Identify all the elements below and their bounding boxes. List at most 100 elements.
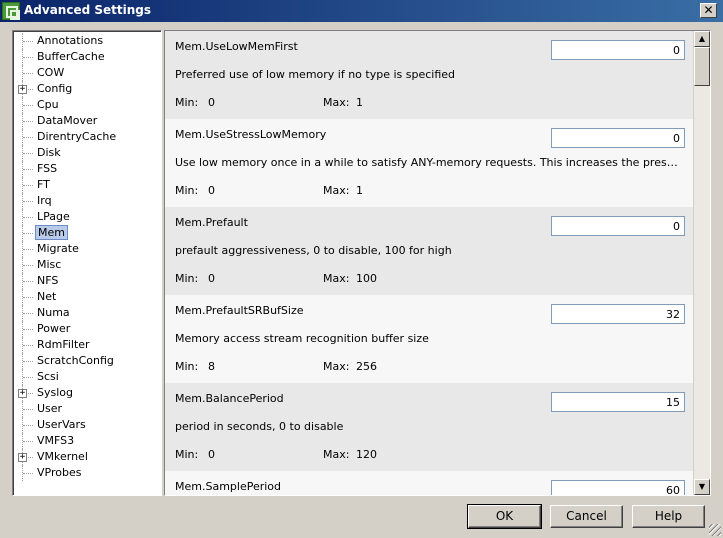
tree-item[interactable]: DataMover [13,113,161,129]
setting-description: Use low memory once in a while to satisf… [175,156,683,169]
tree-item[interactable]: Irq [13,193,161,209]
tree-item[interactable]: Disk [13,145,161,161]
tree-item[interactable]: COW [13,65,161,81]
tree-item[interactable]: User [13,401,161,417]
setting-value-input[interactable] [551,480,685,495]
tree-item[interactable]: LPage [13,209,161,225]
expand-icon[interactable]: + [18,85,27,94]
expand-icon[interactable]: + [18,453,27,462]
setting-value-input[interactable] [551,216,685,236]
tree-item-label: VMkernel [37,450,88,463]
scroll-thumb[interactable] [694,47,710,86]
tree-item[interactable]: ScratchConfig [13,353,161,369]
title-bar[interactable]: Advanced Settings ✕ [0,0,723,22]
tree-connector [23,201,33,202]
setting-value-input[interactable] [551,40,685,60]
setting-name: Mem.PrefaultSRBufSize [175,304,304,317]
settings-list: Mem.UseLowMemFirst Preferred use of low m… [165,31,693,495]
settings-panel: Mem.UseLowMemFirst Preferred use of low m… [164,30,711,496]
tree-connector [23,441,33,442]
setting-row: Mem.UseLowMemFirst Preferred use of low m… [165,31,693,119]
tree-connector [23,329,33,330]
tree-item[interactable]: + Syslog [13,385,161,401]
min-label: Min: [175,184,199,197]
setting-row: Mem.BalancePeriod period in seconds, 0 to… [165,383,693,471]
tree-item[interactable]: Scsi [13,369,161,385]
setting-name: Mem.SamplePeriod [175,480,282,493]
advanced-settings-window: Advanced Settings ✕ Annotations BufferCac… [0,0,723,538]
scroll-up-icon[interactable]: ▲ [694,31,710,47]
setting-description: Preferred use of low memory if no type i… [175,68,456,81]
tree-item-label: User [37,402,63,415]
tree-item[interactable]: RdmFilter [13,337,161,353]
vertical-scrollbar[interactable]: ▲ ▼ [694,31,710,495]
tree-item[interactable]: FT [13,177,161,193]
tree-item[interactable]: NFS [13,273,161,289]
tree-item-label: VMFS3 [37,434,75,447]
tree-item[interactable]: Mem [13,225,161,241]
tree-item[interactable]: Numa [13,305,161,321]
setting-description: Memory access stream recognition buffer … [175,332,429,345]
tree-item[interactable]: Migrate [13,241,161,257]
max-value: 100 [356,272,377,285]
expand-icon[interactable]: + [18,389,27,398]
tree-item-label: BufferCache [37,50,105,63]
category-tree[interactable]: Annotations BufferCache COW + Config Cpu DataM… [12,30,162,496]
tree-connector [23,57,33,58]
tree-item-label: Power [37,322,71,335]
tree-item-label: Disk [37,146,61,159]
tree-connector [23,361,33,362]
tree-item-label: FT [37,178,50,191]
tree-connector [23,297,33,298]
window-title: Advanced Settings [24,3,152,17]
setting-value-input[interactable] [551,304,685,324]
help-button[interactable]: Help [632,505,705,528]
tree-connector [23,185,33,186]
tree-connector [23,153,33,154]
close-button[interactable]: ✕ [700,3,717,18]
tree-item[interactable]: Annotations [13,33,161,49]
setting-description: period in seconds, 0 to disable [175,420,344,433]
max-label: Max: [323,360,350,373]
scroll-down-icon[interactable]: ▼ [694,479,710,495]
tree-item[interactable]: Power [13,321,161,337]
setting-value-input[interactable] [551,392,685,412]
max-label: Max: [323,184,350,197]
ok-button[interactable]: OK [467,504,542,529]
resize-grip-icon[interactable] [709,524,721,536]
max-label: Max: [323,272,350,285]
setting-name: Mem.BalancePeriod [175,392,284,405]
min-value: 0 [208,272,215,285]
tree-item-label: VProbes [37,466,82,479]
setting-description: prefault aggressiveness, 0 to disable, 1… [175,244,452,257]
tree-item[interactable]: DirentryCache [13,129,161,145]
tree-item-label: Scsi [37,370,59,383]
setting-name: Mem.Prefault [175,216,248,229]
min-value: 0 [208,448,215,461]
tree-item[interactable]: Misc [13,257,161,273]
tree-connector [23,409,33,410]
min-label: Min: [175,96,199,109]
tree-connector [23,137,33,138]
tree-item[interactable]: Cpu [13,97,161,113]
tree-connector [23,121,33,122]
tree-connector [23,217,33,218]
tree-connector [23,105,33,106]
tree-item[interactable]: Net [13,289,161,305]
tree-item[interactable]: VProbes [13,465,161,481]
tree-item[interactable]: + Config [13,81,161,97]
tree-item-label: DirentryCache [37,130,117,143]
tree-connector [23,345,33,346]
tree-item-label: Numa [37,306,70,319]
tree-item[interactable]: FSS [13,161,161,177]
min-label: Min: [175,272,199,285]
tree-item[interactable]: UserVars [13,417,161,433]
tree-item[interactable]: + VMkernel [13,449,161,465]
setting-value-input[interactable] [551,128,685,148]
setting-row: Mem.SamplePeriod [165,471,693,495]
tree-item[interactable]: BufferCache [13,49,161,65]
max-value: 120 [356,448,377,461]
cancel-button[interactable]: Cancel [550,505,623,528]
tree-item[interactable]: VMFS3 [13,433,161,449]
max-label: Max: [323,448,350,461]
